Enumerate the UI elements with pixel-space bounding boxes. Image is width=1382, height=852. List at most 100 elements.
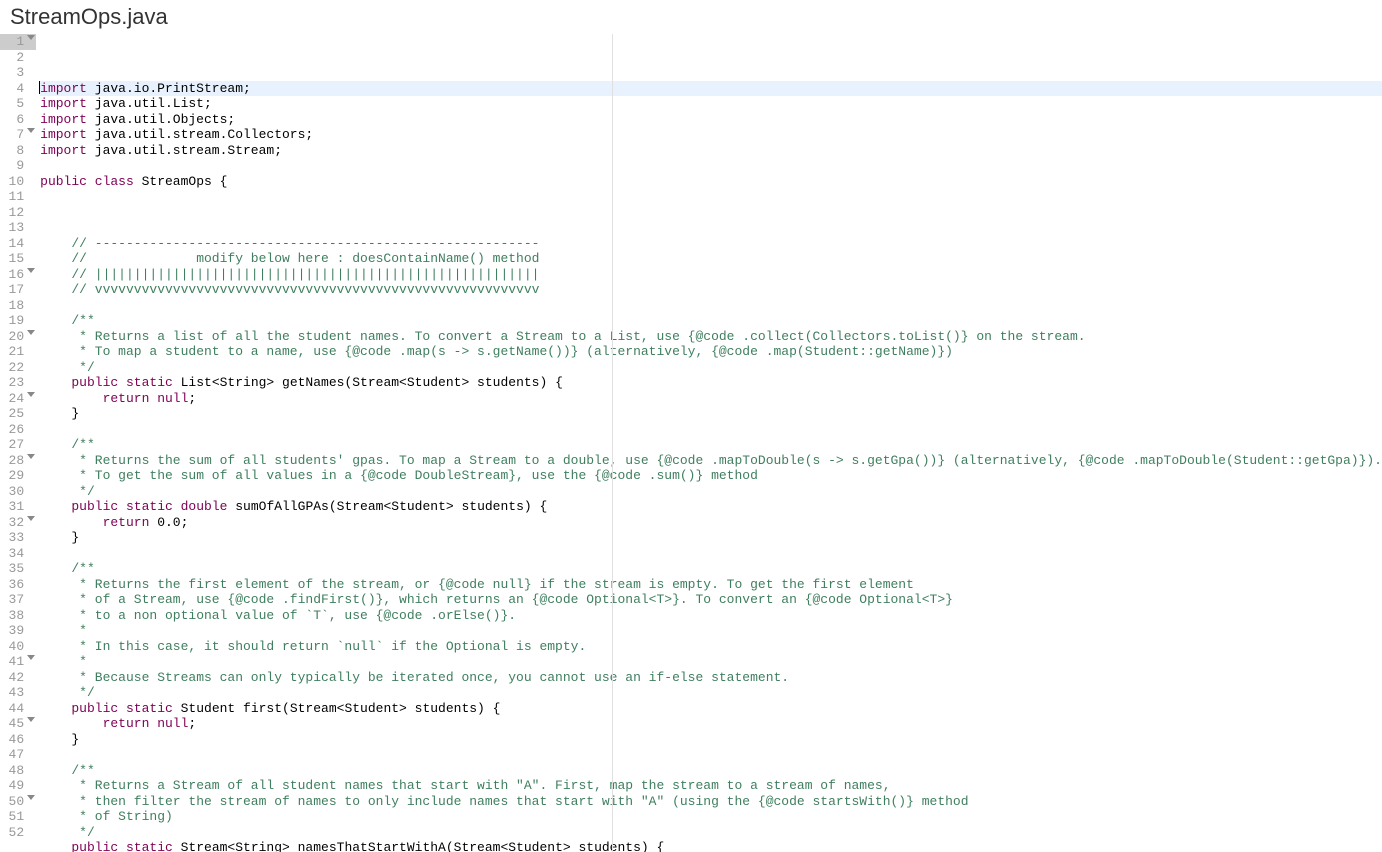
code-line[interactable]: // vvvvvvvvvvvvvvvvvvvvvvvvvvvvvvvvvvvvv…	[40, 282, 1382, 298]
line-number[interactable]: 30	[0, 484, 36, 500]
line-number[interactable]: 24	[0, 391, 36, 407]
code-line[interactable]: public static double sumOfAllGPAs(Stream…	[40, 499, 1382, 515]
fold-toggle-icon[interactable]	[27, 516, 35, 521]
line-number[interactable]: 23	[0, 375, 36, 391]
code-line[interactable]: /**	[40, 763, 1382, 779]
code-line[interactable]: * of String)	[40, 809, 1382, 825]
line-number[interactable]: 5	[0, 96, 36, 112]
fold-toggle-icon[interactable]	[27, 717, 35, 722]
line-number[interactable]: 17	[0, 282, 36, 298]
code-line[interactable]	[40, 747, 1382, 763]
line-number[interactable]: 34	[0, 546, 36, 562]
line-number[interactable]: 41	[0, 654, 36, 670]
line-number[interactable]: 31	[0, 499, 36, 515]
line-number[interactable]: 46	[0, 732, 36, 748]
line-number[interactable]: 12	[0, 205, 36, 221]
line-number[interactable]: 32	[0, 515, 36, 531]
line-number[interactable]: 48	[0, 763, 36, 779]
line-number[interactable]: 20	[0, 329, 36, 345]
fold-toggle-icon[interactable]	[27, 35, 35, 40]
line-number[interactable]: 36	[0, 577, 36, 593]
code-editor[interactable]: 1234567891011121314151617181920212223242…	[0, 34, 1382, 852]
line-number[interactable]: 6	[0, 112, 36, 128]
code-line[interactable]	[40, 422, 1382, 438]
line-number[interactable]: 52	[0, 825, 36, 841]
code-line[interactable]: /**	[40, 313, 1382, 329]
line-number[interactable]: 26	[0, 422, 36, 438]
line-number[interactable]: 45	[0, 716, 36, 732]
line-number-gutter[interactable]: 1234567891011121314151617181920212223242…	[0, 34, 36, 852]
code-line[interactable]: import java.util.List;	[40, 96, 1382, 112]
code-line[interactable]: return null;	[40, 716, 1382, 732]
line-number[interactable]: 25	[0, 406, 36, 422]
code-line[interactable]: }	[40, 406, 1382, 422]
line-number[interactable]: 13	[0, 220, 36, 236]
code-line[interactable]: /**	[40, 561, 1382, 577]
code-line[interactable]: * to a non optional value of `T`, use {@…	[40, 608, 1382, 624]
code-line[interactable]	[40, 220, 1382, 236]
line-number[interactable]: 49	[0, 778, 36, 794]
line-number[interactable]: 33	[0, 530, 36, 546]
code-line[interactable]: public class StreamOps {	[40, 174, 1382, 190]
fold-toggle-icon[interactable]	[27, 330, 35, 335]
code-line[interactable]	[40, 546, 1382, 562]
line-number[interactable]: 51	[0, 809, 36, 825]
code-line[interactable]: */	[40, 825, 1382, 841]
code-line[interactable]	[40, 298, 1382, 314]
code-line[interactable]	[40, 205, 1382, 221]
code-line[interactable]: // -------------------------------------…	[40, 236, 1382, 252]
code-line[interactable]	[40, 158, 1382, 174]
code-line[interactable]: */	[40, 484, 1382, 500]
code-line[interactable]: // modify below here : doesContainName()…	[40, 251, 1382, 267]
code-line[interactable]: * To get the sum of all values in a {@co…	[40, 468, 1382, 484]
fold-toggle-icon[interactable]	[27, 795, 35, 800]
line-number[interactable]: 7	[0, 127, 36, 143]
line-number[interactable]: 27	[0, 437, 36, 453]
line-number[interactable]: 21	[0, 344, 36, 360]
code-line[interactable]: * Returns a list of all the student name…	[40, 329, 1382, 345]
code-line[interactable]: *	[40, 623, 1382, 639]
code-line[interactable]: public static List<String> getNames(Stre…	[40, 375, 1382, 391]
line-number[interactable]: 9	[0, 158, 36, 174]
line-number[interactable]: 35	[0, 561, 36, 577]
code-line[interactable]: */	[40, 685, 1382, 701]
code-line[interactable]: /**	[40, 437, 1382, 453]
code-line[interactable]: * Because Streams can only typically be …	[40, 670, 1382, 686]
line-number[interactable]: 2	[0, 50, 36, 66]
code-line[interactable]: * To map a student to a name, use {@code…	[40, 344, 1382, 360]
line-number[interactable]: 8	[0, 143, 36, 159]
code-line[interactable]	[40, 189, 1382, 205]
code-line[interactable]: public static Stream<String> namesThatSt…	[40, 840, 1382, 852]
line-number[interactable]: 50	[0, 794, 36, 810]
line-number[interactable]: 44	[0, 701, 36, 717]
code-area[interactable]: import java.io.PrintStream;import java.u…	[36, 34, 1382, 852]
code-line[interactable]: * Returns the sum of all students' gpas.…	[40, 453, 1382, 469]
code-line[interactable]: * In this case, it should return `null` …	[40, 639, 1382, 655]
line-number[interactable]: 3	[0, 65, 36, 81]
code-line[interactable]: }	[40, 732, 1382, 748]
line-number[interactable]: 38	[0, 608, 36, 624]
code-line[interactable]: public static Student first(Stream<Stude…	[40, 701, 1382, 717]
fold-toggle-icon[interactable]	[27, 655, 35, 660]
line-number[interactable]: 18	[0, 298, 36, 314]
code-line[interactable]: import java.util.stream.Stream;	[40, 143, 1382, 159]
code-line[interactable]: import java.util.Objects;	[40, 112, 1382, 128]
line-number[interactable]: 47	[0, 747, 36, 763]
line-number[interactable]: 43	[0, 685, 36, 701]
code-line[interactable]: *	[40, 654, 1382, 670]
line-number[interactable]: 16	[0, 267, 36, 283]
line-number[interactable]: 42	[0, 670, 36, 686]
line-number[interactable]: 10	[0, 174, 36, 190]
line-number[interactable]: 11	[0, 189, 36, 205]
fold-toggle-icon[interactable]	[27, 392, 35, 397]
line-number[interactable]: 39	[0, 623, 36, 639]
code-line[interactable]: return null;	[40, 391, 1382, 407]
line-number[interactable]: 29	[0, 468, 36, 484]
line-number[interactable]: 28	[0, 453, 36, 469]
fold-toggle-icon[interactable]	[27, 128, 35, 133]
fold-toggle-icon[interactable]	[27, 268, 35, 273]
code-line[interactable]: import java.util.stream.Collectors;	[40, 127, 1382, 143]
code-line[interactable]: // |||||||||||||||||||||||||||||||||||||…	[40, 267, 1382, 283]
code-line[interactable]: }	[40, 530, 1382, 546]
line-number[interactable]: 14	[0, 236, 36, 252]
